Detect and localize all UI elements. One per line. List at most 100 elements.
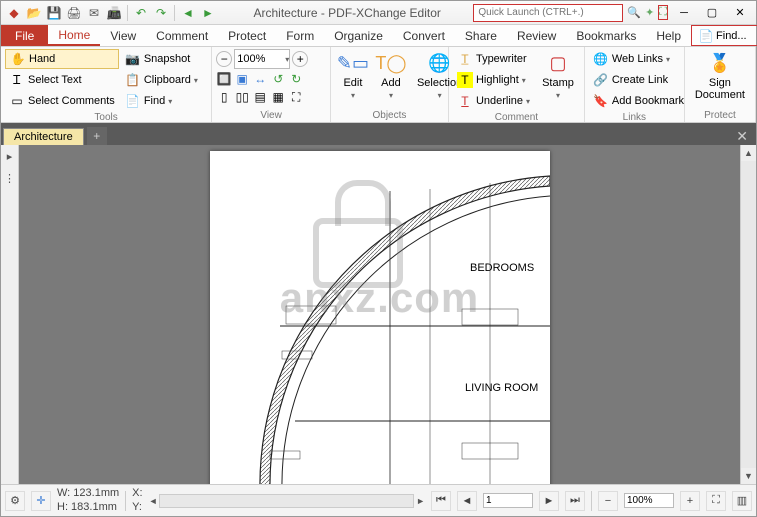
menu-bookmarks[interactable]: Bookmarks [566, 25, 646, 46]
next-page-icon[interactable]: ► [539, 491, 559, 511]
file-menu[interactable]: File [1, 25, 48, 46]
find-tool[interactable]: 📄Find▾ [121, 91, 202, 111]
zoom-input-box[interactable]: ▾ [234, 49, 290, 69]
save-icon[interactable]: 💾 [45, 4, 63, 22]
undo-icon[interactable]: ↶ [132, 4, 150, 22]
open-icon[interactable]: 📂 [25, 4, 43, 22]
fit-icon[interactable]: ⛶ [706, 491, 726, 511]
scroll-track[interactable] [741, 161, 756, 468]
chevron-down-icon: ▾ [389, 91, 393, 100]
clipboard-icon: 📋 [125, 72, 141, 88]
first-page-icon[interactable]: ⏮ [431, 491, 451, 511]
edit-button[interactable]: ✎▭ Edit ▾ [335, 49, 371, 103]
web-links-button[interactable]: 🌐Web Links▾ [589, 49, 688, 69]
edit-icon: ✎▭ [341, 51, 365, 75]
zoom-status-input[interactable] [624, 493, 674, 508]
page-layout1-icon[interactable]: ▯ [216, 89, 232, 105]
close-button[interactable]: ✕ [728, 4, 752, 22]
scroll-up-icon[interactable]: ▲ [741, 145, 756, 161]
redo-icon[interactable]: ↷ [152, 4, 170, 22]
chevron-down-icon[interactable]: ▾ [285, 55, 289, 64]
select-comments-tool[interactable]: ▭Select Comments [5, 91, 119, 111]
underline-tool[interactable]: TUnderline▾ [453, 91, 534, 111]
fullscreen-icon[interactable]: ⛶ [288, 89, 304, 105]
horizontal-scrollbar[interactable] [159, 494, 414, 508]
search-icon[interactable]: 🔍 [627, 6, 641, 19]
menu-view[interactable]: View [100, 25, 146, 46]
tabs-close-button[interactable]: ✕ [728, 128, 756, 145]
chevron-down-icon: ▾ [351, 91, 355, 100]
page-layout3-icon[interactable]: ▤ [252, 89, 268, 105]
zoom-out-icon[interactable]: − [216, 51, 232, 67]
email-icon[interactable]: ✉ [85, 4, 103, 22]
crosshair-icon[interactable]: ✛ [31, 491, 51, 511]
print-icon[interactable]: 🖨 [65, 4, 83, 22]
last-page-icon[interactable]: ⏭ [565, 491, 585, 511]
menu-organize[interactable]: Organize [324, 25, 393, 46]
quick-launch-input[interactable] [473, 4, 623, 22]
panel-options-icon[interactable]: ⋮ [1, 167, 18, 189]
menu-comment[interactable]: Comment [146, 25, 218, 46]
add-button[interactable]: T◯ Add ▾ [373, 49, 409, 103]
toggle-ui-icon[interactable]: ⛶ [658, 5, 668, 20]
chevron-down-icon: ▾ [438, 91, 442, 100]
create-link-button[interactable]: 🔗Create Link [589, 70, 688, 90]
zoom-out-status-icon[interactable]: − [598, 491, 618, 511]
menu-share[interactable]: Share [455, 25, 507, 46]
snapshot-tool[interactable]: 📷Snapshot [121, 49, 202, 69]
maximize-button[interactable]: ▢ [700, 4, 724, 22]
menu-convert[interactable]: Convert [393, 25, 455, 46]
menu-protect[interactable]: Protect [218, 25, 276, 46]
scroll-right-icon[interactable]: ► [416, 496, 425, 506]
zoom-in-icon[interactable]: + [292, 51, 308, 67]
panel-toggle-icon[interactable]: ▸ [1, 145, 18, 167]
prev-page-icon[interactable]: ◄ [457, 491, 477, 511]
select-text-label: Select Text [28, 74, 82, 86]
add-tab-button[interactable]: + [87, 127, 107, 145]
menu-home[interactable]: Home [48, 25, 100, 46]
typewriter-tool[interactable]: T̲Typewriter [453, 49, 534, 69]
hand-tool[interactable]: ✋Hand [5, 49, 119, 69]
zoom-input[interactable] [235, 53, 285, 65]
menu-help[interactable]: Help [646, 25, 691, 46]
rotate-cw-icon[interactable]: ↻ [288, 71, 304, 87]
ui-options-icon[interactable]: ✦ [645, 6, 654, 19]
search-button[interactable]: 📁Search... [753, 28, 757, 44]
watermark-lock-icon [313, 218, 403, 288]
chevron-down-icon: ▾ [522, 76, 526, 85]
layout-status-icon[interactable]: ▥ [732, 491, 752, 511]
highlight-tool[interactable]: THighlight▾ [453, 70, 534, 90]
nav-forward-icon[interactable]: ► [199, 4, 217, 22]
scroll-left-icon[interactable]: ◄ [149, 496, 158, 506]
select-text-tool[interactable]: ᏆSelect Text [5, 70, 119, 90]
fit-width-icon[interactable]: ↔ [252, 71, 268, 87]
scan-icon[interactable]: 📠 [105, 4, 123, 22]
zoom-in-status-icon[interactable]: + [680, 491, 700, 511]
menu-form[interactable]: Form [276, 25, 324, 46]
page-layout4-icon[interactable]: ▦ [270, 89, 286, 105]
page-layout2-icon[interactable]: ▯▯ [234, 89, 250, 105]
zoom-actual-icon[interactable]: 🔲 [216, 71, 232, 87]
rotate-ccw-icon[interactable]: ↺ [270, 71, 286, 87]
find-label: Find... [716, 30, 747, 42]
menu-review[interactable]: Review [507, 25, 566, 46]
minimize-button[interactable]: ─ [672, 4, 696, 22]
fit-page-icon[interactable]: ▣ [234, 71, 250, 87]
document-tab-architecture[interactable]: Architecture [3, 128, 84, 145]
document-canvas[interactable]: BEDROOMS LIVING ROOM BASEMENT anxz.com [19, 145, 740, 484]
options-icon[interactable]: ⚙ [5, 491, 25, 511]
vertical-scrollbar[interactable]: ▲ ▼ [740, 145, 756, 484]
stamp-button[interactable]: ▢ Stamp ▾ [536, 49, 580, 103]
chevron-down-icon: ▾ [556, 91, 560, 100]
scroll-down-icon[interactable]: ▼ [741, 468, 756, 484]
text-cursor-icon: Ꮖ [9, 72, 25, 88]
sign-document-button[interactable]: 🏅 Sign Document [689, 49, 751, 103]
clipboard-tool[interactable]: 📋Clipboard▾ [121, 70, 202, 90]
find-tool-label: Find [144, 95, 165, 107]
y-readout: Y: [132, 501, 142, 514]
add-bookmark-button[interactable]: 🔖Add Bookmark [589, 91, 688, 111]
page-number-input[interactable] [483, 493, 533, 508]
typewriter-icon: T̲ [457, 51, 473, 67]
nav-back-icon[interactable]: ◄ [179, 4, 197, 22]
find-button[interactable]: 📄Find... [694, 28, 751, 44]
